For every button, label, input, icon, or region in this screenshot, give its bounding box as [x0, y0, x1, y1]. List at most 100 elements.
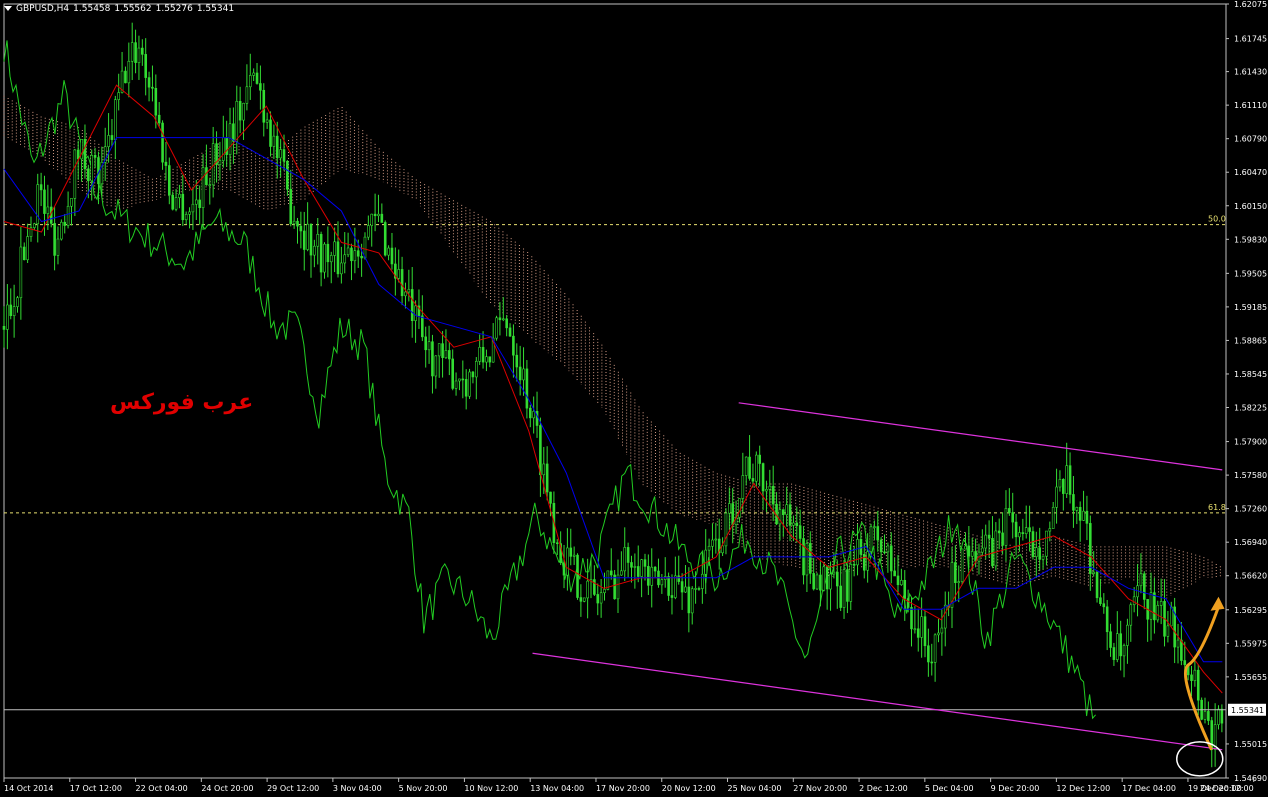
candle-body	[900, 579, 903, 586]
candle-body	[714, 538, 718, 541]
candle-body	[282, 149, 286, 162]
candle-body	[937, 632, 940, 636]
trend-channel-line[interactable]	[532, 652, 1223, 751]
candle-body	[448, 350, 451, 360]
x-tick-label: 5 Dec 04:00	[925, 784, 974, 793]
candle-body	[1085, 510, 1089, 524]
x-tick-label: 12 Dec 12:00	[1056, 784, 1110, 793]
candle-body	[569, 547, 573, 557]
candle-body	[127, 60, 131, 84]
candle-body	[1190, 674, 1193, 681]
candle-body	[407, 289, 411, 293]
x-tick-label: 22 Oct 04:00	[136, 784, 188, 793]
ichimoku-cloud-layer	[3, 95, 1221, 599]
candle-body	[1051, 506, 1055, 529]
candle-body	[1217, 708, 1220, 725]
x-tick-label: 3 Nov 04:00	[333, 784, 382, 793]
candle-body	[859, 539, 863, 555]
candle-body	[495, 317, 498, 339]
candle-body	[107, 135, 110, 148]
candle-body	[744, 456, 748, 476]
chart-header: GBPUSD,H4 1.55458 1.55562 1.55276 1.55341	[4, 2, 238, 16]
candle-body	[333, 241, 336, 256]
candle-body	[701, 573, 704, 589]
y-tick-label: 1.59505	[1234, 269, 1267, 278]
candle-body	[798, 525, 802, 539]
candle-body	[687, 586, 691, 614]
candle-body	[1035, 547, 1038, 557]
candle-body	[53, 223, 56, 256]
x-tick-label: 2 Dec 12:00	[859, 784, 908, 793]
y-tick-label: 1.61110	[1234, 101, 1267, 110]
time-axis[interactable]: 14 Oct 2014 17 Oct 12:00 22 Oct 04:00 24 Oc…	[3, 778, 1255, 793]
trend-channel-line[interactable]	[738, 402, 1223, 471]
candle-body	[1062, 478, 1065, 494]
candle-body	[400, 269, 404, 297]
fib-level-label: 50.0	[1208, 215, 1226, 224]
candle-body	[275, 135, 279, 159]
candle-body	[967, 545, 971, 557]
candle-body	[296, 220, 299, 227]
candle-body	[1078, 507, 1082, 521]
candle-body	[76, 149, 80, 160]
candle-body	[579, 597, 583, 602]
candle-body	[83, 139, 87, 170]
candle-body	[1068, 465, 1072, 495]
candle-body	[542, 463, 546, 476]
candle-body	[90, 154, 94, 182]
x-tick-label: 17 Oct 12:00	[70, 784, 122, 793]
candle-body	[319, 234, 323, 273]
y-tick-label: 1.55015	[1234, 740, 1267, 749]
candle-body	[232, 123, 235, 142]
candle-body	[468, 371, 471, 397]
candle-body	[788, 504, 792, 526]
candle-body	[555, 542, 559, 545]
candle-body	[117, 92, 121, 100]
candle-body	[545, 463, 549, 493]
candle-body	[1072, 494, 1075, 511]
candle-body	[501, 318, 505, 321]
candle-body	[390, 247, 394, 265]
candle-body	[292, 220, 296, 225]
y-tick-label: 1.60150	[1234, 202, 1267, 211]
candle-body	[572, 554, 576, 557]
candle-body	[306, 223, 309, 250]
candle-body	[421, 315, 424, 338]
chikou-span-line	[3, 40, 1096, 720]
candle-body	[964, 545, 967, 550]
y-tick-label: 1.61430	[1234, 68, 1267, 77]
candle-body	[2, 325, 6, 330]
candle-body	[758, 454, 761, 464]
candle-body	[471, 371, 475, 378]
candle-body	[309, 223, 313, 256]
candle-body	[528, 407, 532, 419]
candle-body	[340, 262, 343, 275]
candle-body	[137, 47, 141, 63]
candle-body	[1156, 605, 1160, 621]
candle-body	[1008, 508, 1011, 513]
arrow-head-icon	[1210, 596, 1225, 611]
candle-body	[151, 86, 154, 89]
x-tick-label: 10 Nov 12:00	[464, 784, 518, 793]
candle-body	[819, 574, 822, 591]
candle-body	[242, 102, 245, 121]
candle-body	[512, 335, 515, 356]
candle-body	[633, 566, 637, 568]
candle-body	[1153, 592, 1156, 621]
candle-body	[1203, 711, 1207, 720]
y-tick-label: 1.56940	[1234, 538, 1267, 547]
candle-body	[903, 579, 907, 599]
candle-body	[171, 194, 174, 210]
triangle-down-icon[interactable]	[4, 6, 12, 11]
price-axis[interactable]: 1.62075 1.61745 1.61430 1.61110 1.60790 1.604…	[1226, 0, 1267, 783]
candle-body	[380, 213, 384, 223]
candle-body	[792, 522, 795, 526]
candle-body	[184, 214, 188, 221]
candle-body	[198, 199, 201, 208]
candle-body	[738, 498, 741, 518]
candle-body	[141, 47, 144, 55]
candle-body	[1126, 624, 1129, 646]
candle-body	[586, 580, 589, 599]
candle-body	[609, 570, 613, 576]
candle-body	[26, 236, 29, 261]
